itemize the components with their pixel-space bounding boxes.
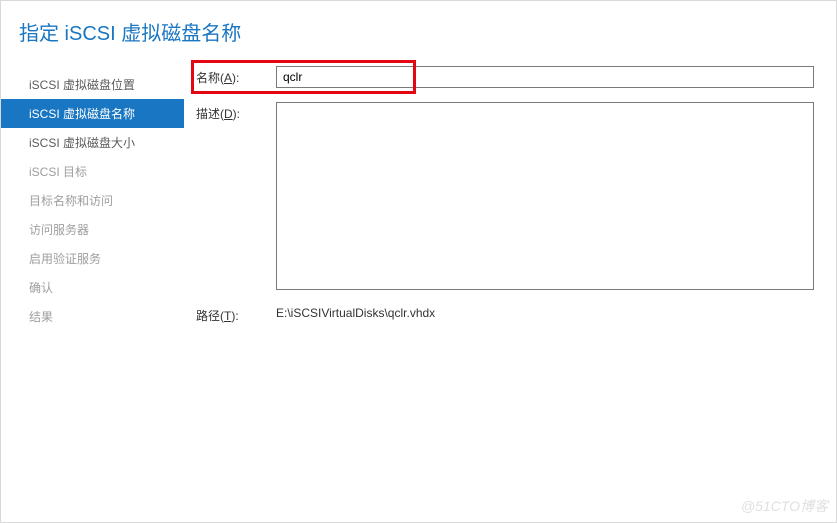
step-disk-location[interactable]: iSCSI 虚拟磁盘位置 [1, 70, 184, 99]
form-area: 名称(A): 描述(D): 路径(T): E:\iSCSIVirtualDisk… [184, 66, 836, 338]
step-disk-name[interactable]: iSCSI 虚拟磁盘名称 [1, 99, 184, 128]
step-disk-size[interactable]: iSCSI 虚拟磁盘大小 [1, 128, 184, 157]
wizard-header: 指定 iSCSI 虚拟磁盘名称 [1, 1, 836, 66]
step-access-servers: 访问服务器 [1, 215, 184, 244]
step-enable-auth: 启用验证服务 [1, 244, 184, 273]
description-textarea[interactable] [276, 102, 814, 290]
name-label: 名称(A): [196, 66, 276, 86]
page-title: 指定 iSCSI 虚拟磁盘名称 [19, 17, 818, 46]
path-label: 路径(T): [196, 304, 276, 324]
watermark: @51CTO博客 [741, 496, 828, 516]
step-target-name-access: 目标名称和访问 [1, 186, 184, 215]
name-input[interactable] [276, 66, 814, 88]
step-results: 结果 [1, 302, 184, 331]
step-iscsi-target: iSCSI 目标 [1, 157, 184, 186]
step-confirm: 确认 [1, 273, 184, 302]
path-value: E:\iSCSIVirtualDisks\qclr.vhdx [276, 304, 814, 320]
description-label: 描述(D): [196, 102, 276, 122]
wizard-steps-sidebar: iSCSI 虚拟磁盘位置 iSCSI 虚拟磁盘名称 iSCSI 虚拟磁盘大小 i… [1, 66, 184, 338]
